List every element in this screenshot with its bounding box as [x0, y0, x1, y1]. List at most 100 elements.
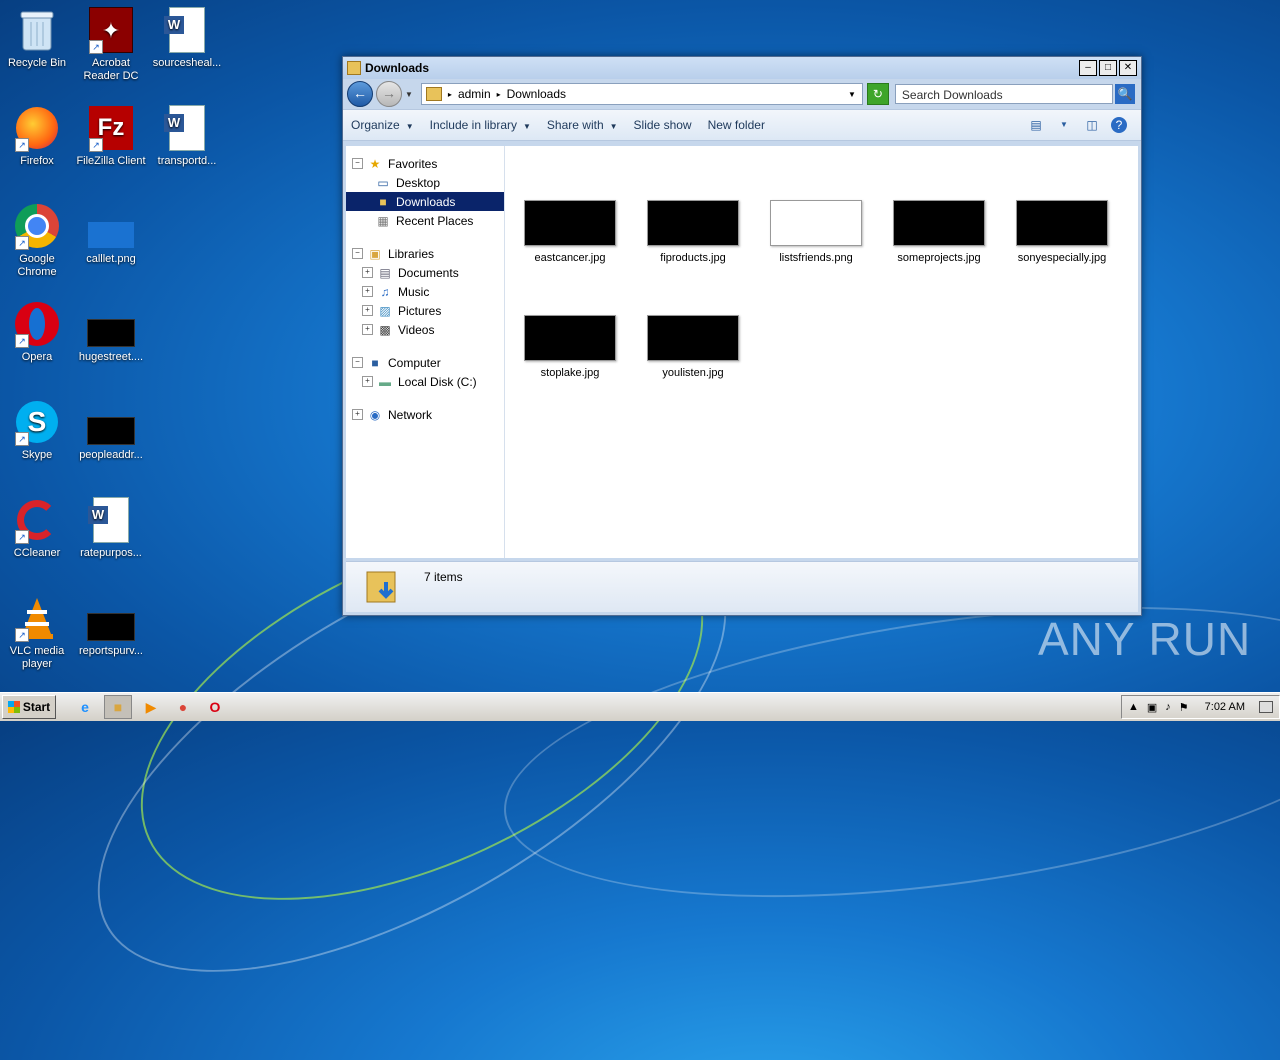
- desktop-icon-sourcesheal[interactable]: W sourcesheal...: [150, 6, 224, 70]
- desktop-icon-acrobat[interactable]: ✦ ↗ Acrobat Reader DC: [74, 6, 148, 83]
- file-item[interactable]: listsfriends.png: [761, 200, 871, 264]
- chevron-right-icon[interactable]: ▸: [497, 90, 501, 99]
- slide-show-button[interactable]: Slide show: [634, 118, 692, 132]
- nav-network[interactable]: + ◉ Network: [346, 405, 504, 424]
- desktop-icon-calllet[interactable]: calllet.png: [74, 202, 148, 266]
- minimize-button[interactable]: –: [1079, 60, 1097, 76]
- file-item[interactable]: eastcancer.jpg: [515, 200, 625, 264]
- expand-icon[interactable]: +: [362, 324, 373, 335]
- desktop-icon-hugestreet[interactable]: hugestreet....: [74, 300, 148, 364]
- nav-computer[interactable]: − ■ Computer: [346, 353, 504, 372]
- show-desktop-icon[interactable]: [1259, 701, 1273, 713]
- start-button[interactable]: Start: [2, 695, 56, 719]
- search-input[interactable]: Search Downloads: [894, 84, 1113, 104]
- nav-local-disk[interactable]: + ▬ Local Disk (C:): [346, 372, 504, 391]
- expand-icon[interactable]: +: [362, 305, 373, 316]
- forward-button[interactable]: →: [376, 81, 402, 107]
- downloads-folder-icon: ■: [379, 194, 387, 209]
- expand-icon[interactable]: +: [362, 267, 373, 278]
- desktop-icon-reportspurv[interactable]: reportspurv...: [74, 594, 148, 658]
- title-bar[interactable]: Downloads – □ ✕: [343, 57, 1141, 79]
- file-name: fiproducts.jpg: [660, 252, 726, 264]
- expand-icon[interactable]: +: [362, 286, 373, 297]
- address-bar[interactable]: ▸ admin ▸ Downloads ▼: [420, 83, 863, 105]
- documents-icon: ▤: [379, 265, 391, 280]
- downloads-folder-icon: [366, 566, 400, 606]
- chrome-icon: ↗: [13, 202, 61, 250]
- command-bar: Organize ▼ Include in library ▼ Share with…: [343, 109, 1141, 141]
- nav-downloads[interactable]: ■ Downloads: [346, 192, 504, 211]
- show-hidden-icons-icon[interactable]: ▲: [1128, 701, 1139, 713]
- file-item[interactable]: someprojects.jpg: [884, 200, 994, 264]
- close-button[interactable]: ✕: [1119, 60, 1137, 76]
- recent-pages-dropdown-icon[interactable]: ▼: [405, 90, 413, 99]
- nav-videos[interactable]: + ▩ Videos: [346, 320, 504, 339]
- desktop-icon-firefox[interactable]: ↗ Firefox: [0, 104, 74, 168]
- shortcut-arrow-icon: ↗: [15, 334, 29, 348]
- navigation-pane: − ★ Favorites ▭ Desktop ■ Downloads ▦ Re…: [346, 146, 505, 558]
- recent-places-icon: ▦: [377, 213, 389, 228]
- network-icon: ◉: [369, 407, 381, 422]
- desktop-icon-ratepurpos[interactable]: W ratepurpos...: [74, 496, 148, 560]
- chevron-down-icon[interactable]: ▼: [1055, 117, 1073, 133]
- clock[interactable]: 7:02 AM: [1205, 701, 1245, 713]
- desktop-icon-opera[interactable]: ↗ Opera: [0, 300, 74, 364]
- preview-pane-icon[interactable]: ◫: [1083, 117, 1101, 133]
- nav-label: Desktop: [396, 175, 441, 190]
- nav-pictures[interactable]: + ▨ Pictures: [346, 301, 504, 320]
- file-item[interactable]: fiproducts.jpg: [638, 200, 748, 264]
- help-icon[interactable]: ?: [1111, 117, 1127, 133]
- computer-icon: ■: [371, 355, 379, 370]
- organize-button[interactable]: Organize ▼: [351, 118, 414, 132]
- desktop-icon-label: calllet.png: [86, 253, 136, 265]
- file-item[interactable]: sonyespecially.jpg: [1007, 200, 1117, 264]
- opera-taskbar-icon[interactable]: O: [202, 696, 228, 718]
- nav-recent-places[interactable]: ▦ Recent Places: [346, 211, 504, 230]
- chevron-right-icon[interactable]: ▸: [448, 90, 452, 99]
- nav-favorites[interactable]: − ★ Favorites: [346, 154, 504, 173]
- desktop-icon-filezilla[interactable]: Fz ↗ FileZilla Client: [74, 104, 148, 168]
- nav-label: Recent Places: [396, 213, 474, 228]
- refresh-button[interactable]: ↻: [866, 83, 889, 105]
- media-player-taskbar-icon[interactable]: ▶: [138, 696, 164, 718]
- desktop-icon-peopleaddr[interactable]: peopleaddr...: [74, 398, 148, 462]
- explorer-taskbar-icon[interactable]: ■: [104, 695, 132, 719]
- change-view-icon[interactable]: ▤: [1027, 117, 1045, 133]
- include-in-library-button[interactable]: Include in library ▼: [430, 118, 531, 132]
- file-item[interactable]: youlisten.jpg: [638, 315, 748, 379]
- new-folder-button[interactable]: New folder: [708, 118, 765, 132]
- search-icon[interactable]: 🔍: [1114, 84, 1135, 104]
- chevron-down-icon[interactable]: ▼: [848, 90, 856, 99]
- file-item[interactable]: stoplake.jpg: [515, 315, 625, 379]
- music-icon: ♫: [380, 284, 390, 299]
- network-tray-icon[interactable]: ▣: [1147, 701, 1157, 714]
- collapse-icon[interactable]: −: [352, 158, 363, 169]
- desktop-icon-label: Google Chrome: [17, 253, 57, 278]
- internet-explorer-taskbar-icon[interactable]: e: [72, 696, 98, 718]
- nav-music[interactable]: + ♫ Music: [346, 282, 504, 301]
- back-button[interactable]: ←: [347, 81, 373, 107]
- desktop-icon-recycle-bin[interactable]: Recycle Bin: [0, 6, 74, 70]
- nav-documents[interactable]: + ▤ Documents: [346, 263, 504, 282]
- collapse-icon[interactable]: −: [352, 357, 363, 368]
- volume-icon[interactable]: ♪: [1165, 701, 1171, 713]
- chevron-down-icon: ▼: [609, 122, 618, 131]
- desktop-icon-chrome[interactable]: ↗ Google Chrome: [0, 202, 74, 279]
- desktop-icon-vlc[interactable]: ↗ VLC media player: [0, 594, 74, 671]
- desktop-icon-transportd[interactable]: W transportd...: [150, 104, 224, 168]
- nav-desktop[interactable]: ▭ Desktop: [346, 173, 504, 192]
- collapse-icon[interactable]: −: [352, 248, 363, 259]
- expand-icon[interactable]: +: [362, 376, 373, 387]
- chrome-taskbar-icon[interactable]: ●: [170, 696, 196, 718]
- breadcrumb-admin[interactable]: admin: [458, 87, 491, 101]
- desktop-icon-ccleaner[interactable]: ↗ CCleaner: [0, 496, 74, 560]
- maximize-button[interactable]: □: [1099, 60, 1117, 76]
- action-center-flag-icon[interactable]: ⚑: [1179, 701, 1189, 714]
- desktop-icon-skype[interactable]: S ↗ Skype: [0, 398, 74, 462]
- chevron-down-icon: ▼: [405, 122, 414, 131]
- expand-icon[interactable]: +: [352, 409, 363, 420]
- breadcrumb-downloads[interactable]: Downloads: [507, 87, 566, 101]
- share-with-button[interactable]: Share with ▼: [547, 118, 618, 132]
- nav-label: Network: [388, 407, 433, 422]
- nav-libraries[interactable]: − ▣ Libraries: [346, 244, 504, 263]
